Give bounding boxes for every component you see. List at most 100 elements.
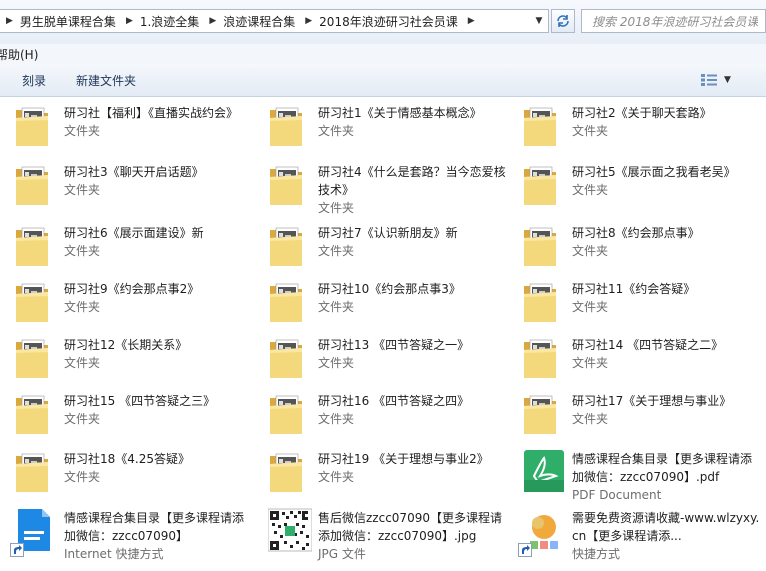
- item-type: 文件夹: [64, 124, 101, 138]
- item-name: 研习社4《什么是套路？当今恋爱核技术》: [318, 165, 506, 197]
- item-type: PDF Document: [572, 488, 662, 502]
- folder-icon: [14, 222, 50, 268]
- item-type: 文件夹: [572, 124, 609, 138]
- folder-item[interactable]: 研习社2《关于聊天套路》 文件夹: [508, 98, 762, 154]
- view-dropdown-arrow-icon[interactable]: ▼: [724, 75, 731, 85]
- breadcrumb-item[interactable]: 浪迹课程合集: [223, 10, 301, 32]
- item-name: 售后微信zzcc07090【更多课程请添加微信：zzcc07090】.jpg: [318, 511, 502, 543]
- item-name: 需要免费资源请收藏-www.wlzyxy.cn【更多课程请添...: [572, 511, 760, 543]
- folder-icon: [522, 390, 558, 436]
- item-text: 研习社9《约会那点事2》 文件夹: [64, 280, 252, 316]
- folder-item[interactable]: 研习社14 《四节答疑之二》 文件夹: [508, 330, 762, 386]
- item-type: 文件夹: [318, 124, 355, 138]
- item-name: 研习社15 《四节答疑之三》: [64, 394, 216, 408]
- item-text: 研习社1《关于情感基本概念》 文件夹: [318, 104, 506, 140]
- menu-help[interactable]: 帮助(H): [0, 46, 38, 63]
- item-type: 文件夹: [572, 412, 609, 426]
- item-text: 研习社2《关于聊天套路》 文件夹: [572, 104, 760, 140]
- folder-item[interactable]: 研习社8《约会那点事》 文件夹: [508, 218, 762, 274]
- item-type: 文件夹: [318, 356, 355, 370]
- folder-item[interactable]: 研习社16 《四节答疑之四》 文件夹: [254, 386, 508, 442]
- burn-button[interactable]: 刻录: [22, 72, 46, 89]
- folder-item[interactable]: 研习社13 《四节答疑之一》 文件夹: [254, 330, 508, 386]
- item-type: 文件夹: [318, 201, 355, 215]
- refresh-icon: [557, 15, 569, 27]
- folder-item[interactable]: 研习社6《展示面建设》新 文件夹: [0, 218, 254, 274]
- change-view-button[interactable]: ▼: [700, 71, 738, 89]
- folder-icon: [268, 278, 304, 324]
- folder-item[interactable]: 研习社1《关于情感基本概念》 文件夹: [254, 98, 508, 154]
- item-type: 文件夹: [572, 244, 609, 258]
- file-item[interactable]: 售后微信zzcc07090【更多课程请添加微信：zzcc07090】.jpg JP…: [254, 503, 508, 561]
- folder-item[interactable]: 研习社7《认识新朋友》新 文件夹: [254, 218, 508, 274]
- item-text: 售后微信zzcc07090【更多课程请添加微信：zzcc07090】.jpg JP…: [318, 509, 506, 563]
- item-text: 研习社6《展示面建设》新 文件夹: [64, 224, 252, 260]
- folder-item[interactable]: 研习社11《约会答疑》 文件夹: [508, 274, 762, 330]
- search-placeholder: 搜索 2018年浪迹研习社会员课: [592, 14, 759, 29]
- item-name: 研习社10《约会那点事3》: [318, 282, 461, 296]
- breadcrumb-arrow-icon[interactable]: ▶: [301, 16, 319, 26]
- breadcrumb-arrow-icon[interactable]: ▶: [205, 16, 223, 26]
- folder-icon: [14, 102, 50, 148]
- item-text: 研习社10《约会那点事3》 文件夹: [318, 280, 506, 316]
- address-bar[interactable]: ▶ 男生脱单课程合集 ▶ 1.浪迹全集 ▶ 浪迹课程合集 ▶ 2018年浪迹研习…: [0, 9, 549, 33]
- item-name: 研习社2《关于聊天套路》: [572, 106, 712, 120]
- item-text: 研习社19 《关于理想与事业2》 文件夹: [318, 450, 506, 486]
- item-type: Internet 快捷方式: [64, 547, 164, 561]
- item-text: 研习社8《约会那点事》 文件夹: [572, 224, 760, 260]
- item-type: 文件夹: [64, 183, 101, 197]
- breadcrumb-arrow-icon[interactable]: ▶: [464, 16, 482, 26]
- folder-icon: [522, 278, 558, 324]
- item-type: 文件夹: [64, 470, 101, 484]
- shortcut-arrow-icon: [518, 543, 532, 557]
- new-folder-button[interactable]: 新建文件夹: [76, 72, 136, 89]
- address-row: ▶ 男生脱单课程合集 ▶ 1.浪迹全集 ▶ 浪迹课程合集 ▶ 2018年浪迹研习…: [0, 0, 766, 44]
- folder-item[interactable]: 研习社9《约会那点事2》 文件夹: [0, 274, 254, 330]
- file-list: 研习社【福利】《直播实战约会》 文件夹 研习社1《关于情感基本概念》 文件夹 研习社2《…: [0, 98, 766, 571]
- pdf-icon: [522, 448, 564, 494]
- folder-icon: [268, 102, 304, 148]
- folder-icon: [268, 448, 304, 494]
- folder-item[interactable]: 研习社17《关于理想与事业》 文件夹: [508, 386, 762, 442]
- item-type: 文件夹: [572, 300, 609, 314]
- search-input[interactable]: 搜索 2018年浪迹研习社会员课: [581, 9, 766, 33]
- refresh-button[interactable]: [551, 9, 575, 33]
- command-bar: 刻录 新建文件夹 ▼: [0, 64, 766, 97]
- folder-icon: [14, 161, 50, 207]
- folder-item[interactable]: 研习社19 《关于理想与事业2》 文件夹: [254, 444, 508, 500]
- folder-item[interactable]: 研习社18《4.25答疑》 文件夹: [0, 444, 254, 500]
- item-name: 研习社13 《四节答疑之一》: [318, 338, 470, 352]
- file-item[interactable]: 需要免费资源请收藏-www.wlzyxy.cn【更多课程请添... 快捷方式: [508, 503, 762, 561]
- item-text: 需要免费资源请收藏-www.wlzyxy.cn【更多课程请添... 快捷方式: [572, 509, 760, 563]
- item-type: 文件夹: [64, 356, 101, 370]
- folder-item[interactable]: 研习社15 《四节答疑之三》 文件夹: [0, 386, 254, 442]
- file-item[interactable]: 情感课程合集目录【更多课程请添加微信：zzcc07090】.pdf PDF Doc…: [508, 444, 762, 502]
- address-history-dropdown-icon[interactable]: ▼: [530, 10, 548, 32]
- breadcrumb-arrow-icon[interactable]: ▶: [122, 16, 140, 26]
- item-type: 快捷方式: [572, 547, 621, 561]
- item-name: 研习社6《展示面建设》新: [64, 226, 204, 240]
- item-text: 研习社12《长期关系》 文件夹: [64, 336, 252, 372]
- folder-item[interactable]: 研习社12《长期关系》 文件夹: [0, 330, 254, 386]
- folder-item[interactable]: 研习社4《什么是套路？当今恋爱核技术》文件夹: [254, 157, 508, 215]
- breadcrumb-item[interactable]: 1.浪迹全集: [140, 10, 205, 32]
- folder-item[interactable]: 研习社5《展示面之我看老吴》 文件夹: [508, 157, 762, 213]
- breadcrumb-item[interactable]: 男生脱单课程合集: [20, 10, 122, 32]
- breadcrumb-root-arrow-icon[interactable]: ▶: [0, 16, 20, 26]
- folder-item[interactable]: 研习社【福利】《直播实战约会》 文件夹: [0, 98, 254, 154]
- folder-icon: [522, 102, 558, 148]
- item-text: 研习社7《认识新朋友》新 文件夹: [318, 224, 506, 260]
- folder-item[interactable]: 研习社3《聊天开启话题》 文件夹: [0, 157, 254, 213]
- item-name: 情感课程合集目录【更多课程请添加微信：zzcc07090】.pdf: [572, 452, 753, 484]
- item-text: 研习社18《4.25答疑》 文件夹: [64, 450, 252, 486]
- folder-icon: [522, 222, 558, 268]
- folder-icon: [14, 448, 50, 494]
- item-text: 研习社【福利】《直播实战约会》 文件夹: [64, 104, 252, 140]
- item-text: 研习社13 《四节答疑之一》 文件夹: [318, 336, 506, 372]
- item-type: 文件夹: [318, 470, 355, 484]
- breadcrumb-item[interactable]: 2018年浪迹研习社会员课: [319, 10, 464, 32]
- file-item[interactable]: 情感课程合集目录【更多课程请添加微信：zzcc07090】 Internet 快捷…: [0, 503, 254, 561]
- item-type: 文件夹: [318, 300, 355, 314]
- folder-item[interactable]: 研习社10《约会那点事3》 文件夹: [254, 274, 508, 330]
- folder-icon: [522, 334, 558, 380]
